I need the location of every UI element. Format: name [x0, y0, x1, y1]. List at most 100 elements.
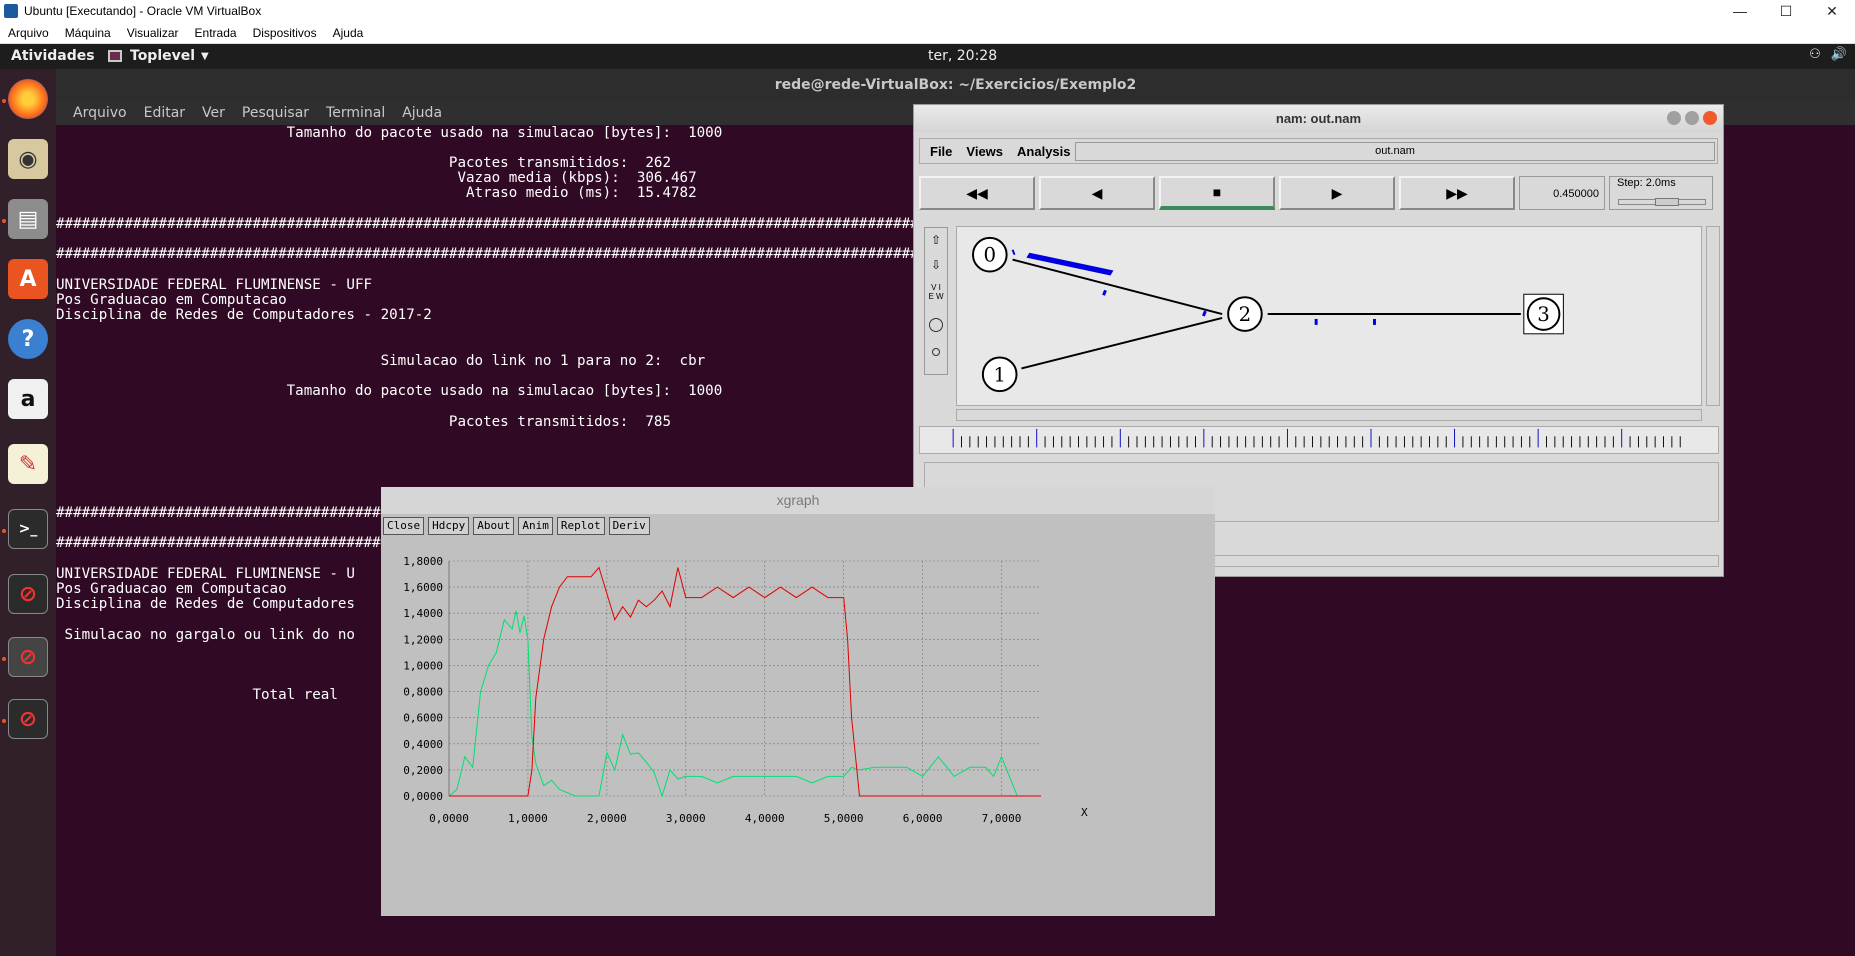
step-slider[interactable]	[1618, 198, 1706, 206]
node-2[interactable]: 2	[1227, 296, 1263, 332]
y-tick-label: 0,0000	[403, 790, 443, 803]
node-3[interactable]: 3	[1523, 293, 1564, 335]
terminal-menu-editar[interactable]: Editar	[144, 105, 185, 121]
terminal-icon[interactable]: >_	[8, 509, 48, 549]
files-icon[interactable]: ▤	[8, 199, 48, 239]
zoom-in-icon[interactable]: ⇧	[927, 233, 945, 251]
virtualbox-icon	[4, 4, 18, 18]
dock: ◉ ▤ A ? a ✎ >_ ⊘ ⊘ ⊘	[0, 69, 56, 956]
activities-button[interactable]: Atividades	[11, 48, 95, 64]
terminal-line: Tamanho do pacote usado na simulacao [by…	[56, 383, 723, 399]
vbox-menu-maquina[interactable]: Máquina	[65, 26, 111, 40]
fast-forward-button[interactable]: ▶▶	[1399, 176, 1515, 210]
y-tick-label: 1,4000	[403, 607, 443, 620]
play-forward-button[interactable]: ▶	[1279, 176, 1395, 210]
about-button[interactable]: About	[473, 517, 515, 535]
nam-step-control: Step: 2.0ms	[1609, 176, 1713, 210]
terminal-title: rede@rede-VirtualBox: ~/Exercicios/Exemp…	[56, 69, 1855, 101]
terminal-line: Disciplina de Redes de Computadores	[56, 596, 355, 612]
anim-button[interactable]: Anim	[518, 517, 553, 535]
svg-text:1: 1	[993, 363, 1006, 386]
play-backward-button[interactable]: ◀	[1039, 176, 1155, 210]
y-tick-label: 0,4000	[403, 738, 443, 751]
nam-menu-views[interactable]: Views	[966, 144, 1003, 159]
software-center-icon[interactable]: A	[8, 259, 48, 299]
nam-vertical-scrollbar[interactable]	[1706, 226, 1720, 406]
hardcopy-button[interactable]: Hdcpy	[428, 517, 470, 535]
series-line-0	[448, 610, 1041, 798]
deriv-button[interactable]: Deriv	[608, 517, 650, 535]
window-icon	[108, 50, 122, 62]
rewind-button[interactable]: ◀◀	[919, 176, 1035, 210]
nam-network-canvas[interactable]: 0 1 2 3	[956, 226, 1702, 406]
minimize-button[interactable]: —	[1717, 0, 1763, 22]
circle-icon[interactable]	[929, 318, 943, 332]
x-tick-label: 2,0000	[587, 812, 627, 825]
x-tick-label: 0,0000	[429, 812, 469, 825]
nam-menubar: File Views Analysis out.nam	[919, 138, 1718, 164]
terminal-menu-ver[interactable]: Ver	[202, 105, 225, 121]
network-icon[interactable]: ⚇	[1809, 47, 1821, 62]
xgraph-plot[interactable]: 0,0000 0,2000 0,4000 0,6000 0,8000 1,0000 1,20…	[381, 537, 1215, 916]
xgraph-toolbar: Close Hdcpy About Anim Replot Deriv	[383, 517, 650, 535]
unknown-app-icon[interactable]: ⊘	[8, 637, 48, 677]
nam-menu-file[interactable]: File	[930, 144, 952, 159]
close-button[interactable]	[1703, 111, 1717, 125]
vbox-menu-visualizar[interactable]: Visualizar	[127, 26, 179, 40]
firefox-icon[interactable]	[8, 79, 48, 119]
rhythmbox-icon[interactable]: ◉	[8, 139, 48, 179]
view-icon[interactable]: V IE W	[927, 283, 945, 309]
vbox-window-title: Ubuntu [Executando] - Oracle VM VirtualB…	[24, 4, 262, 18]
nam-file-field: out.nam	[1075, 142, 1715, 161]
nam-title: nam: out.nam	[1275, 111, 1362, 126]
vbox-menu-arquivo[interactable]: Arquivo	[8, 26, 49, 40]
terminal-menu-terminal[interactable]: Terminal	[326, 105, 385, 121]
amazon-icon[interactable]: a	[8, 379, 48, 419]
vbox-menu-entrada[interactable]: Entrada	[195, 26, 237, 40]
help-icon[interactable]: ?	[8, 319, 48, 359]
nam-horizontal-scrollbar[interactable]	[956, 409, 1702, 421]
volume-icon[interactable]: 🔊	[1831, 47, 1847, 62]
app-menu[interactable]: Toplevel ▼	[108, 48, 209, 64]
maximize-button[interactable]	[1685, 111, 1699, 125]
terminal-line: Atraso medio (ms): 15.4782	[56, 185, 697, 201]
vbox-menu-ajuda[interactable]: Ajuda	[333, 26, 364, 40]
svg-text:3: 3	[1537, 303, 1550, 326]
node-0[interactable]: 0	[972, 236, 1008, 273]
clock[interactable]: ter, 20:28	[928, 48, 997, 64]
x-tick-label: 4,0000	[745, 812, 785, 825]
xgraph-title: xgraph	[381, 487, 1215, 514]
y-tick-label: 1,6000	[403, 581, 443, 594]
terminal-menu-arquivo[interactable]: Arquivo	[73, 105, 127, 121]
close-button[interactable]: Close	[383, 517, 425, 535]
nam-titlebar: nam: out.nam	[914, 105, 1723, 132]
minimize-button[interactable]	[1667, 111, 1681, 125]
text-editor-icon[interactable]: ✎	[8, 444, 48, 484]
svg-text:2: 2	[1239, 303, 1252, 326]
zoom-out-icon[interactable]: ⇩	[927, 258, 945, 276]
replot-button[interactable]: Replot	[556, 517, 605, 535]
unknown-app-icon[interactable]: ⊘	[8, 574, 48, 614]
y-tick-label: 0,8000	[403, 686, 443, 699]
vbox-menu-dispositivos[interactable]: Dispositivos	[253, 26, 317, 40]
unknown-app-icon[interactable]: ⊘	[8, 699, 48, 739]
close-button[interactable]: ✕	[1809, 0, 1855, 22]
nam-toolbox: ⇧ ⇩ V IE W	[924, 227, 948, 375]
x-tick-label: 6,0000	[903, 812, 943, 825]
y-tick-label: 1,0000	[403, 659, 443, 672]
terminal-line: Pacotes transmitidos: 785	[56, 414, 671, 430]
x-tick-label: 5,0000	[824, 812, 864, 825]
node-1[interactable]: 1	[981, 356, 1018, 393]
step-slider-thumb[interactable]	[1655, 198, 1679, 206]
small-circle-icon[interactable]	[932, 348, 940, 356]
terminal-menu-ajuda[interactable]: Ajuda	[402, 105, 442, 121]
nam-timeline[interactable]	[919, 426, 1719, 454]
terminal-line: Simulacao do link no 1 para no 2: cbr	[56, 353, 706, 369]
terminal-menu-pesquisar[interactable]: Pesquisar	[242, 105, 309, 121]
stop-button[interactable]: ■	[1159, 176, 1275, 210]
packet	[1102, 289, 1107, 296]
maximize-button[interactable]: ☐	[1763, 0, 1809, 22]
nam-menu-analysis[interactable]: Analysis	[1017, 144, 1070, 159]
packet	[1202, 310, 1207, 317]
svg-text:0: 0	[984, 244, 997, 267]
